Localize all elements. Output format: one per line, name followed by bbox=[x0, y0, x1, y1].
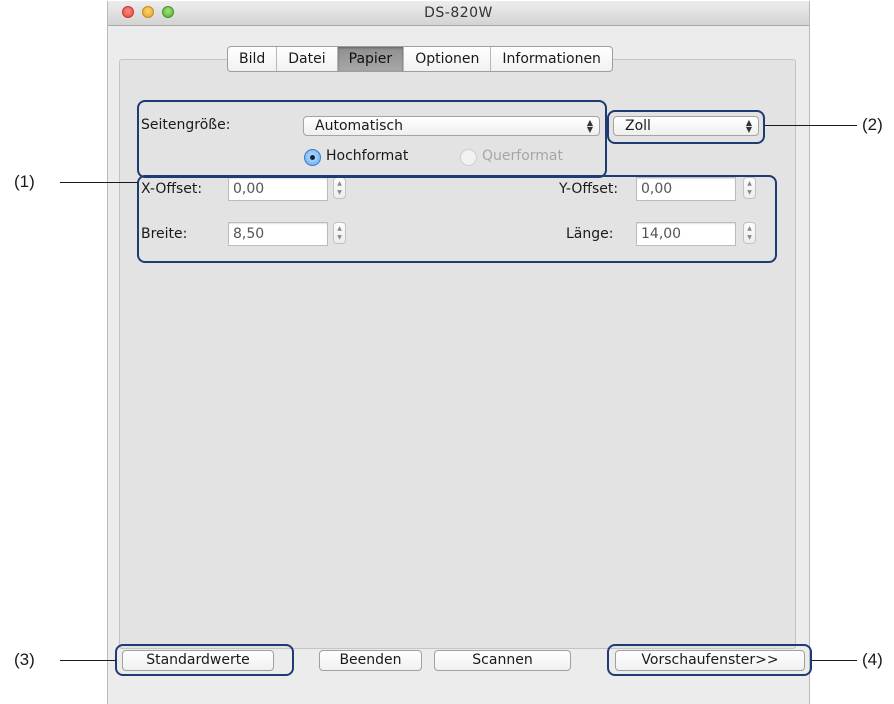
tab-optionen[interactable]: Optionen bbox=[404, 47, 492, 71]
callout-box-4 bbox=[607, 644, 812, 676]
callout-box-1a bbox=[137, 100, 607, 178]
leader-line-4 bbox=[812, 660, 857, 661]
quit-button[interactable]: Beenden bbox=[319, 650, 422, 671]
callout-box-2 bbox=[607, 110, 765, 144]
annotation-label-2: (2) bbox=[862, 115, 883, 134]
annotation-label-1: (1) bbox=[14, 172, 35, 191]
tab-informationen[interactable]: Informationen bbox=[491, 47, 612, 71]
tab-datei[interactable]: Datei bbox=[277, 47, 338, 71]
annotation-label-3: (3) bbox=[14, 650, 35, 669]
leader-line-2 bbox=[765, 125, 857, 126]
callout-box-3 bbox=[115, 644, 294, 676]
tab-bar: Bild Datei Papier Optionen Informationen bbox=[227, 46, 613, 72]
window-title: DS-820W bbox=[424, 5, 493, 21]
tab-bild[interactable]: Bild bbox=[228, 47, 278, 71]
title-bar: DS-820W bbox=[108, 1, 809, 26]
leader-line-3 bbox=[60, 660, 116, 661]
tab-papier[interactable]: Papier bbox=[337, 47, 405, 71]
scan-button[interactable]: Scannen bbox=[434, 650, 571, 671]
callout-box-1b bbox=[137, 175, 777, 263]
leader-line-1 bbox=[60, 182, 138, 183]
annotation-label-4: (4) bbox=[862, 650, 883, 669]
